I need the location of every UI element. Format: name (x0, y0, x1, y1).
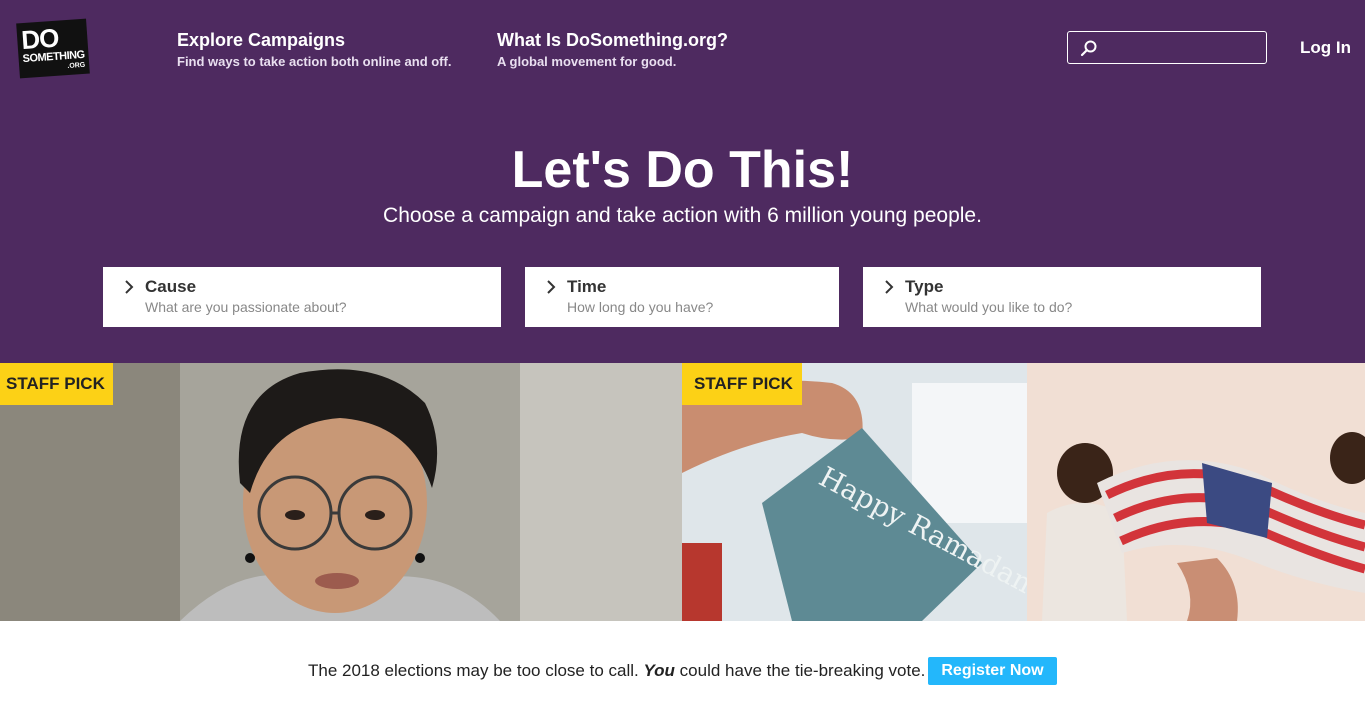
hero-headline: Let's Do This! (511, 141, 854, 199)
filter-time[interactable]: Time How long do you have? (525, 267, 839, 327)
banner-text: The 2018 elections may be too close to c… (308, 661, 925, 681)
nav-what-is-dosomething[interactable]: What Is DoSomething.org? A global moveme… (497, 30, 728, 69)
nav-title: What Is DoSomething.org? (497, 30, 728, 50)
login-link[interactable]: Log In (1300, 38, 1351, 58)
staff-pick-badge: STAFF PICK (682, 363, 802, 405)
filter-title: Cause (145, 277, 197, 296)
chevron-right-icon (885, 280, 894, 294)
filter-subtitle: What are you passionate about? (145, 299, 347, 315)
nav-subtitle: Find ways to take action both online and… (177, 54, 452, 69)
hero-subhead: Choose a campaign and take action with 6… (383, 204, 982, 227)
filter-title: Type (905, 277, 944, 296)
nav-subtitle: A global movement for good. (497, 54, 677, 69)
banner-text-emphasis: You (643, 661, 675, 680)
campaign-tile-flag[interactable] (1027, 363, 1365, 621)
filter-cause[interactable]: Cause What are you passionate about? (103, 267, 501, 327)
dosomething-logo[interactable]: DO SOMETHING .ORG (16, 18, 90, 79)
nav-explore-campaigns[interactable]: Explore Campaigns Find ways to take acti… (177, 30, 451, 69)
chevron-right-icon (125, 280, 134, 294)
hero-section: DO SOMETHING .ORG Explore Campaigns Find… (0, 0, 1365, 363)
staff-pick-badge: STAFF PICK (0, 363, 113, 405)
nav-title: Explore Campaigns (177, 30, 346, 50)
filter-title: Time (567, 277, 607, 296)
search-input[interactable] (1102, 32, 1262, 63)
chevron-right-icon (547, 280, 556, 294)
banner-text-before: The 2018 elections may be too close to c… (308, 661, 644, 680)
filter-type[interactable]: Type What would you like to do? (863, 267, 1261, 327)
banner-text-after: could have the tie-breaking vote. (674, 661, 926, 680)
search-icon[interactable] (1080, 39, 1098, 57)
filter-subtitle: How long do you have? (567, 299, 714, 315)
search-box[interactable] (1067, 31, 1267, 64)
voter-registration-banner: The 2018 elections may be too close to c… (0, 621, 1365, 716)
register-now-button[interactable]: Register Now (928, 657, 1057, 685)
filter-subtitle: What would you like to do? (905, 299, 1073, 315)
flag-photo (1027, 363, 1365, 621)
